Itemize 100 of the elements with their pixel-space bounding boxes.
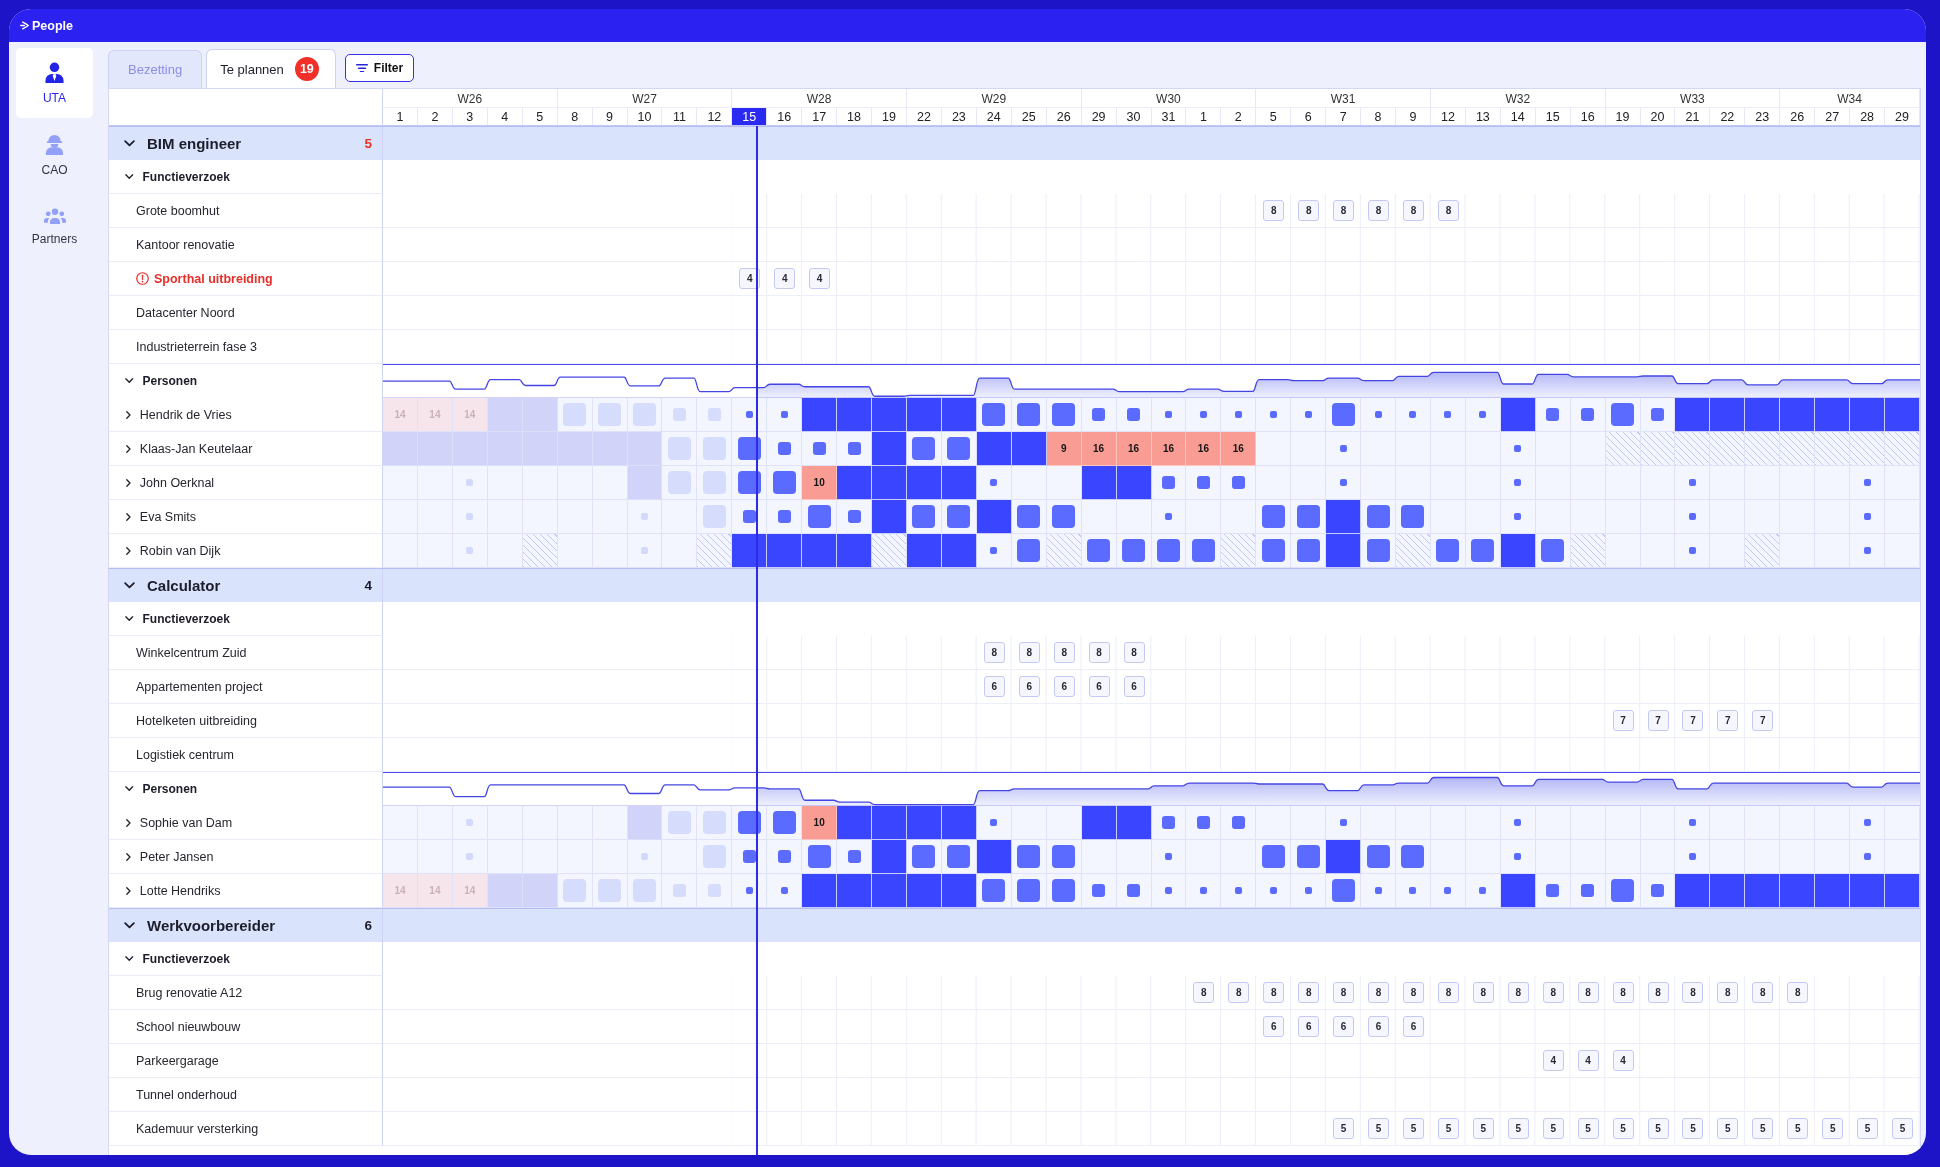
planned-hours: 8	[1717, 982, 1739, 1003]
planned-hours: 8	[1437, 982, 1459, 1003]
faded-square-icon	[702, 811, 726, 834]
day-number: 27	[1815, 107, 1851, 125]
day-number: 8	[557, 107, 593, 125]
chevron-down-icon[interactable]	[125, 615, 134, 622]
project-name: Grote boomhut	[136, 203, 220, 218]
planned-hours: 4	[1577, 1050, 1599, 1071]
booking-square-icon	[742, 510, 756, 523]
day-number: 15	[732, 107, 768, 125]
planned-hours: 5	[1612, 1118, 1634, 1139]
chevron-right-icon[interactable]	[126, 512, 131, 521]
booking-square-icon	[812, 442, 826, 455]
booking-square-icon	[1541, 539, 1565, 562]
planned-hours: 8	[1368, 200, 1390, 221]
faded-square-icon	[707, 408, 721, 421]
chevron-down-icon[interactable]	[124, 140, 135, 147]
booked-cell	[1815, 874, 1851, 908]
overbooked-cell: 10	[802, 466, 838, 500]
booking-square-icon	[742, 850, 756, 863]
booked-cell	[872, 840, 907, 874]
chevron-down-icon[interactable]	[125, 955, 134, 962]
chevron-down-icon[interactable]	[124, 922, 135, 929]
chevron-down-icon[interactable]	[125, 378, 134, 384]
booking-square-icon	[1296, 845, 1320, 868]
planned-hours: 4	[739, 268, 761, 289]
chevron-right-icon[interactable]	[126, 818, 131, 827]
planned-hours: 6	[1368, 1016, 1390, 1037]
filter-button[interactable]: Filter	[344, 54, 415, 82]
booking-square-icon	[1156, 539, 1180, 562]
sidebar-item[interactable]: Partners	[16, 192, 93, 262]
chevron-right-icon[interactable]	[126, 444, 131, 453]
booked-cell	[872, 874, 907, 908]
day-number: 23	[1745, 107, 1781, 125]
chevron-right-icon[interactable]	[126, 886, 131, 895]
planned-hours: 5	[1892, 1118, 1914, 1139]
sidebar-item[interactable]: CAO	[16, 120, 93, 190]
booking-square-icon	[1092, 408, 1106, 421]
chevron-down-icon[interactable]	[125, 786, 134, 792]
chevron-right-icon[interactable]	[126, 546, 131, 555]
day-number: 15	[1535, 107, 1571, 125]
tab[interactable]: Te plannen 19	[206, 49, 336, 88]
booking-square-icon	[982, 403, 1006, 426]
booking-square-icon	[1196, 476, 1210, 489]
booking-square-icon	[1401, 505, 1425, 528]
planned-hours: 5	[1717, 1118, 1739, 1139]
faded-square-icon	[672, 884, 686, 897]
planned-hours: 6	[1123, 676, 1145, 697]
day-number: 21	[1675, 107, 1711, 125]
planned-hours: 8	[1577, 982, 1599, 1003]
day-number: 8	[1361, 107, 1396, 125]
booking-square-icon	[1546, 884, 1560, 897]
booking-square-icon	[1296, 539, 1320, 562]
booked-cell	[1500, 398, 1536, 432]
planned-hours: 5	[1403, 1118, 1424, 1139]
booked-cell	[906, 806, 942, 840]
faded-square-icon	[633, 879, 656, 902]
planned-hours: 8	[1403, 200, 1424, 221]
booking-square-icon	[772, 811, 796, 834]
day-cell	[592, 466, 628, 500]
day-number: 3	[452, 107, 488, 125]
chevron-down-icon[interactable]	[125, 173, 134, 180]
booking-square-icon	[1017, 879, 1041, 902]
booked-cell	[1745, 398, 1781, 432]
day-number: 16	[767, 107, 803, 125]
chevron-right-icon[interactable]	[126, 852, 131, 861]
count-badge: 19	[294, 57, 319, 81]
section-title: Functieverzoek	[142, 611, 230, 626]
booked-cell	[872, 466, 907, 500]
day-number: 26	[1780, 107, 1816, 125]
booked-cell	[906, 534, 942, 568]
faded-square-icon	[598, 403, 622, 426]
day-number: 9	[592, 107, 628, 125]
chevron-right-icon[interactable]	[126, 478, 131, 487]
day-cell	[1570, 500, 1606, 534]
hatched-cell	[1815, 432, 1851, 466]
booked-cell	[941, 466, 977, 500]
booking-square-icon	[1231, 476, 1245, 489]
booking-square-icon	[807, 845, 831, 868]
booking-square-icon	[807, 505, 831, 528]
day-number: 5	[1256, 107, 1292, 125]
day-number: 2	[1221, 107, 1257, 125]
faded-square-icon	[707, 884, 721, 897]
chevron-down-icon[interactable]	[124, 582, 135, 589]
planned-hours: 8	[1787, 982, 1809, 1003]
hatched-cell	[1710, 432, 1746, 466]
section-title: Functieverzoek	[142, 951, 230, 966]
day-cell	[1745, 806, 1781, 840]
booking-square-icon	[1127, 884, 1141, 897]
day-number: 5	[522, 107, 558, 125]
faded-cell	[487, 398, 523, 432]
day-cell	[522, 840, 558, 874]
booked-cell	[1780, 874, 1816, 908]
planned-hours: 5	[1822, 1118, 1844, 1139]
planned-hours: 4	[774, 268, 796, 289]
chevron-right-icon[interactable]	[126, 410, 131, 419]
day-number: 1	[383, 107, 418, 125]
booked-cell	[941, 534, 977, 568]
project-name: Appartementen project	[136, 679, 263, 694]
sidebar-item[interactable]: UTA	[16, 48, 93, 118]
